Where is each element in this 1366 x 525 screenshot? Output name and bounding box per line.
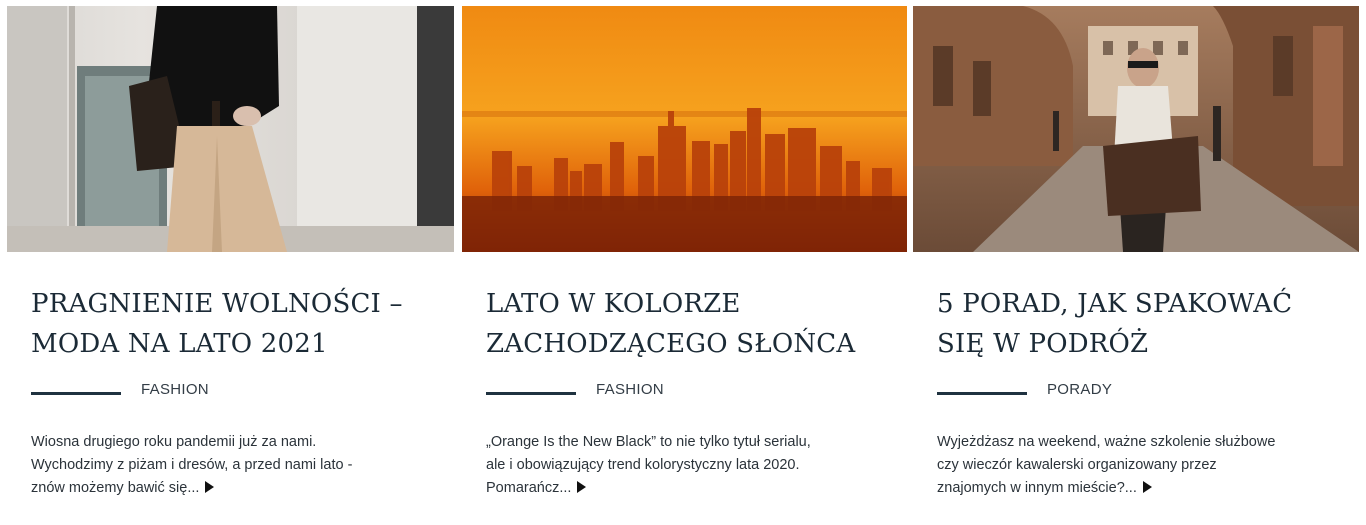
post-excerpt: Wiosna drugiego roku pandemii już za nam… (31, 431, 436, 500)
post-thumbnail[interactable] (913, 6, 1359, 252)
post-category-link[interactable]: FASHION (596, 381, 664, 398)
post-card: 5 PORAD, JAK SPAKOWAĆ SIĘ W PODRÓŻ PORAD… (913, 6, 1359, 521)
blog-post-grid: PRAGNIENIE WOLNOŚCI – MODA NA LATO 2021 … (0, 0, 1366, 525)
post-title[interactable]: LATO W KOLORZE ZACHODZĄCEGO SŁOŃCA (486, 284, 896, 364)
post-title-line: ZACHODZĄCEGO SŁOŃCA (486, 329, 856, 359)
post-thumbnail[interactable] (7, 6, 454, 252)
play-arrow-icon[interactable] (577, 481, 587, 493)
excerpt-line: znajomych w innym mieście?... (937, 480, 1137, 496)
post-title[interactable]: PRAGNIENIE WOLNOŚCI – MODA NA LATO 2021 (31, 284, 441, 364)
excerpt-line: znów możemy bawić się... (31, 480, 200, 496)
excerpt-line: „Orange Is the New Black” to nie tylko t… (486, 434, 811, 450)
orange-sunset-skyline-photo (462, 6, 907, 252)
post-thumbnail[interactable] (462, 6, 907, 252)
post-title[interactable]: 5 PORAD, JAK SPAKOWAĆ SIĘ W PODRÓŻ (937, 284, 1347, 364)
post-title-line: 5 PORAD, JAK SPAKOWAĆ (937, 289, 1293, 319)
post-title-line: PRAGNIENIE WOLNOŚCI – (31, 289, 403, 319)
excerpt-line: Wiosna drugiego roku pandemii już za nam… (31, 434, 317, 450)
title-divider (937, 392, 1027, 395)
man-with-travel-bag-street-photo (913, 6, 1359, 252)
excerpt-line: Wychodzimy z piżam i dresów, a przed nam… (31, 457, 353, 473)
post-title-line: LATO W KOLORZE (486, 289, 741, 319)
post-title-line: MODA NA LATO 2021 (31, 329, 328, 359)
excerpt-line: ale i obowiązujący trend kolorystyczny l… (486, 457, 800, 473)
post-category-link[interactable]: FASHION (141, 381, 209, 398)
excerpt-line: Pomarańcz... (486, 480, 572, 496)
post-card: PRAGNIENIE WOLNOŚCI – MODA NA LATO 2021 … (7, 6, 454, 521)
excerpt-line: czy wieczór kawalerski organizowany prze… (937, 457, 1217, 473)
post-card: LATO W KOLORZE ZACHODZĄCEGO SŁOŃCA FASHI… (462, 6, 907, 521)
excerpt-line: Wyjeżdżasz na weekend, ważne szkolenie s… (937, 434, 1276, 450)
post-excerpt: Wyjeżdżasz na weekend, ważne szkolenie s… (937, 431, 1342, 500)
title-divider (31, 392, 121, 395)
play-arrow-icon[interactable] (1142, 481, 1152, 493)
post-excerpt: „Orange Is the New Black” to nie tylko t… (486, 431, 891, 500)
post-category-link[interactable]: PORADY (1047, 381, 1112, 398)
woman-with-leather-bag-photo (7, 6, 454, 252)
play-arrow-icon[interactable] (205, 481, 215, 493)
title-divider (486, 392, 576, 395)
post-title-line: SIĘ W PODRÓŻ (937, 329, 1149, 359)
